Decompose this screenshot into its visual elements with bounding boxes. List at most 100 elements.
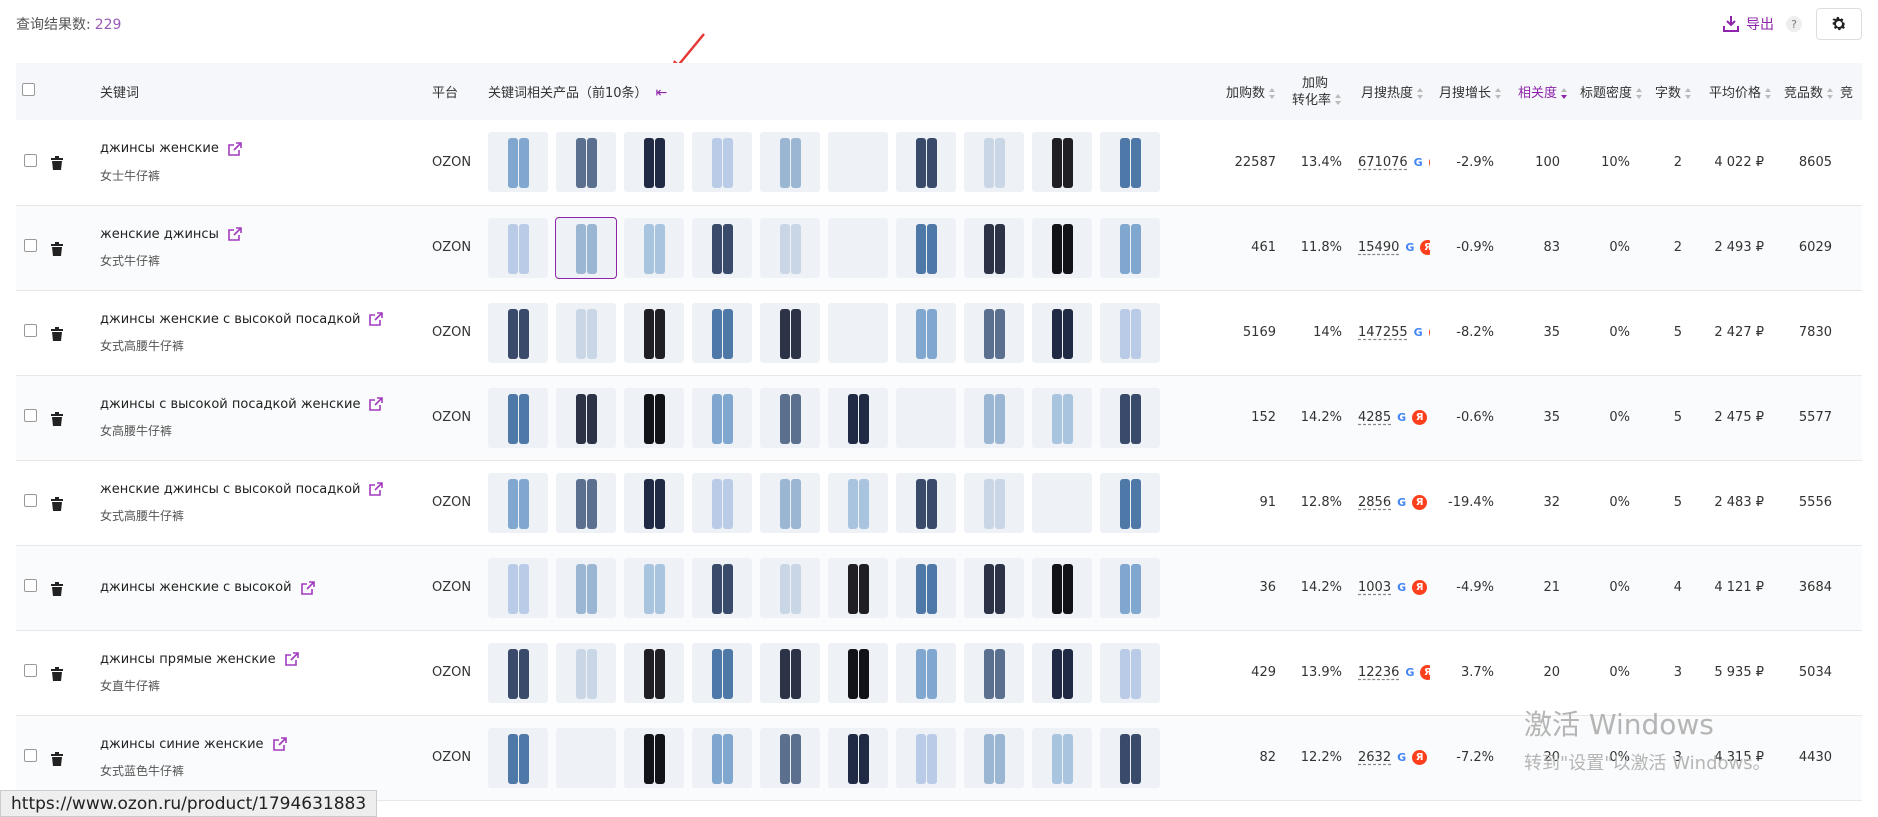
- table-row[interactable]: джинсы женские с высокой OZON 36 14.2% 1003 G…: [16, 545, 1862, 630]
- product-thumbnail[interactable]: [556, 557, 616, 618]
- trash-icon[interactable]: [51, 411, 63, 426]
- monthly-search-value[interactable]: 12236: [1358, 665, 1399, 680]
- product-thumbnail[interactable]: [692, 132, 752, 193]
- sort-icon[interactable]: [1269, 87, 1276, 100]
- row-checkbox[interactable]: [24, 239, 37, 252]
- product-thumbnail[interactable]: [760, 557, 820, 618]
- product-thumbnail[interactable]: [692, 557, 752, 618]
- yandex-icon[interactable]: Я: [1420, 665, 1430, 680]
- trash-icon[interactable]: [51, 581, 63, 596]
- product-thumbnail[interactable]: [692, 217, 752, 278]
- product-thumbnail[interactable]: [964, 642, 1024, 703]
- col-cart-adds[interactable]: 加购数: [1218, 63, 1282, 120]
- external-link-icon[interactable]: [368, 396, 384, 412]
- product-thumbnail[interactable]: [624, 132, 684, 193]
- product-thumbnail[interactable]: [692, 642, 752, 703]
- external-link-icon[interactable]: [368, 481, 384, 497]
- trash-icon[interactable]: [51, 241, 63, 256]
- product-thumbnail[interactable]: [760, 642, 820, 703]
- product-thumbnail[interactable]: [896, 557, 956, 618]
- product-thumbnail[interactable]: [1032, 387, 1092, 448]
- product-thumbnail[interactable]: [624, 727, 684, 788]
- product-thumbnail[interactable]: [828, 132, 888, 193]
- product-thumbnail[interactable]: [760, 302, 820, 363]
- product-thumbnail[interactable]: [1100, 132, 1160, 193]
- product-thumbnail[interactable]: [1100, 302, 1160, 363]
- row-checkbox[interactable]: [24, 664, 37, 677]
- google-icon[interactable]: G: [1394, 750, 1409, 765]
- trash-icon[interactable]: [51, 326, 63, 341]
- table-row[interactable]: джинсы с высокой посадкой женские 女高腰牛仔裤 O…: [16, 375, 1862, 460]
- external-link-icon[interactable]: [227, 226, 243, 242]
- sort-icon[interactable]: [1636, 87, 1643, 100]
- col-monthly-growth[interactable]: 月搜增长: [1430, 63, 1508, 120]
- external-link-icon[interactable]: [227, 141, 243, 157]
- table-row[interactable]: женские джинсы 女式牛仔裤 OZON 461 11.8% 15490GЯ -0…: [16, 205, 1862, 290]
- keyword-text[interactable]: джинсы с высокой посадкой женские: [100, 397, 360, 412]
- external-link-icon[interactable]: [284, 651, 300, 667]
- product-thumbnail[interactable]: [488, 642, 548, 703]
- keyword-text[interactable]: джинсы женские с высокой: [100, 580, 292, 595]
- product-thumbnail[interactable]: [1032, 557, 1092, 618]
- keyword-text[interactable]: женские джинсы: [100, 227, 219, 242]
- sort-desc-icon[interactable]: [1561, 87, 1568, 100]
- col-cart-conversion[interactable]: 加购 转化率: [1282, 63, 1348, 120]
- external-link-icon[interactable]: [272, 736, 288, 752]
- sort-icon[interactable]: [1495, 87, 1502, 100]
- sort-icon[interactable]: [1335, 94, 1342, 106]
- yandex-icon[interactable]: Я: [1428, 325, 1430, 340]
- product-thumbnail[interactable]: [624, 302, 684, 363]
- product-thumbnail[interactable]: [760, 132, 820, 193]
- yandex-icon[interactable]: Я: [1412, 410, 1428, 425]
- product-thumbnail[interactable]: [760, 387, 820, 448]
- keyword-text[interactable]: джинсы женские: [100, 141, 219, 156]
- product-thumbnail[interactable]: [964, 302, 1024, 363]
- monthly-search-value[interactable]: 147255: [1358, 325, 1408, 340]
- yandex-icon[interactable]: Я: [1412, 580, 1428, 595]
- yandex-icon[interactable]: Я: [1428, 154, 1430, 170]
- export-button[interactable]: 导出 ?: [1722, 12, 1802, 36]
- product-thumbnail[interactable]: [556, 387, 616, 448]
- product-thumbnail[interactable]: [896, 217, 956, 278]
- monthly-search-value[interactable]: 4285: [1358, 410, 1391, 425]
- google-icon[interactable]: G: [1411, 155, 1426, 170]
- product-thumbnail[interactable]: [964, 727, 1024, 788]
- col-char-count[interactable]: 字数: [1646, 63, 1698, 120]
- monthly-search-value[interactable]: 1003: [1358, 580, 1391, 595]
- product-thumbnail[interactable]: [556, 472, 616, 533]
- product-thumbnail[interactable]: [1032, 472, 1092, 533]
- product-thumbnail[interactable]: [896, 387, 956, 448]
- product-thumbnail[interactable]: [692, 387, 752, 448]
- product-thumbnail[interactable]: [828, 727, 888, 788]
- product-thumbnail[interactable]: [624, 472, 684, 533]
- product-thumbnail[interactable]: [692, 472, 752, 533]
- col-avg-price[interactable]: 平均价格: [1698, 63, 1778, 120]
- product-thumbnail[interactable]: [488, 302, 548, 363]
- sort-icon[interactable]: [1417, 87, 1424, 100]
- product-thumbnail[interactable]: [964, 217, 1024, 278]
- row-checkbox[interactable]: [24, 579, 37, 592]
- google-icon[interactable]: G: [1394, 495, 1409, 510]
- monthly-search-value[interactable]: 671076: [1358, 155, 1408, 170]
- product-thumbnail[interactable]: [964, 472, 1024, 533]
- yandex-icon[interactable]: Я: [1420, 240, 1430, 255]
- product-thumbnail[interactable]: [1100, 387, 1160, 448]
- yandex-icon[interactable]: Я: [1412, 495, 1428, 510]
- product-thumbnail[interactable]: [828, 557, 888, 618]
- sort-icon[interactable]: [1765, 87, 1772, 100]
- product-thumbnail[interactable]: [624, 387, 684, 448]
- keyword-text[interactable]: джинсы синие женские: [100, 737, 264, 752]
- table-row[interactable]: джинсы женские 女士牛仔裤 OZON 22587 13.4% 671076 G…: [16, 120, 1862, 205]
- product-thumbnail[interactable]: [1032, 642, 1092, 703]
- product-thumbnail[interactable]: [964, 132, 1024, 193]
- google-icon[interactable]: G: [1394, 410, 1409, 425]
- product-thumbnail[interactable]: [964, 557, 1024, 618]
- select-all-checkbox[interactable]: [22, 83, 35, 96]
- monthly-search-value[interactable]: 15490: [1358, 240, 1399, 255]
- col-competitors[interactable]: 竞品数: [1778, 63, 1840, 120]
- product-thumbnail[interactable]: [555, 216, 617, 279]
- external-link-icon[interactable]: [300, 580, 316, 596]
- product-thumbnail[interactable]: [1100, 557, 1160, 618]
- product-thumbnail[interactable]: [624, 217, 684, 278]
- product-thumbnail[interactable]: [828, 217, 888, 278]
